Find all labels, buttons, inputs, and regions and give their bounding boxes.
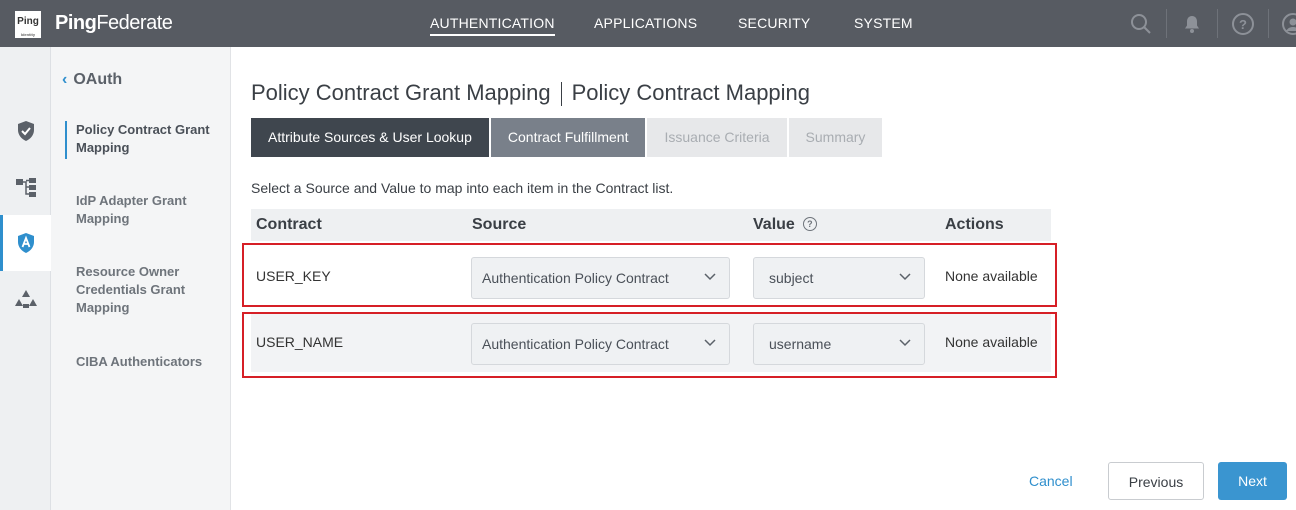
highlight-box	[242, 243, 1057, 307]
nav-authentication[interactable]: AUTHENTICATION	[430, 15, 555, 36]
brand-name: PingFederate	[55, 12, 173, 34]
column-header-actions: Actions	[945, 216, 1004, 233]
tab-issuance-criteria[interactable]: Issuance Criteria	[647, 118, 787, 157]
separator	[1217, 9, 1218, 38]
column-header-contract: Contract	[256, 216, 322, 233]
user-icon[interactable]	[1281, 12, 1296, 36]
tab-summary[interactable]: Summary	[788, 118, 883, 157]
cancel-button[interactable]: Cancel	[1029, 473, 1073, 489]
highlight-box	[242, 312, 1057, 378]
ping-logo[interactable]: Ping Identity	[15, 11, 41, 38]
hierarchy-icon[interactable]	[0, 159, 51, 215]
tab-attribute-sources[interactable]: Attribute Sources & User Lookup	[251, 118, 489, 157]
logo-subtext: Identity	[20, 32, 36, 37]
separator	[1166, 9, 1167, 38]
help-circle-icon[interactable]: ?	[802, 217, 817, 231]
nav-system[interactable]: SYSTEM	[854, 15, 913, 31]
icon-rail	[0, 47, 51, 510]
page-title: Policy Contract Grant Mapping Policy Cont…	[251, 80, 811, 107]
back-link-oauth[interactable]: ‹ OAuth	[62, 71, 122, 89]
nav-applications[interactable]: APPLICATIONS	[594, 15, 697, 31]
section-sidebar: ‹ OAuth Policy Contract Grant Mapping IdP…	[51, 47, 231, 510]
nav-security[interactable]: SECURITY	[738, 15, 810, 31]
integration-icon[interactable]	[0, 271, 51, 327]
separator	[1268, 9, 1269, 38]
logo-text: Ping	[17, 16, 39, 27]
help-icon[interactable]: ?	[1231, 12, 1255, 36]
instructions-text: Select a Source and Value to map into ea…	[251, 180, 674, 196]
chevron-left-icon: ‹	[62, 71, 68, 88]
sidebar-item-idp-adapter-grant-mapping[interactable]: IdP Adapter Grant Mapping	[76, 192, 224, 228]
sidebar-item-ciba-authenticators[interactable]: CIBA Authenticators	[76, 353, 224, 371]
previous-button[interactable]: Previous	[1108, 462, 1204, 500]
oauth-shield-icon[interactable]	[0, 215, 51, 271]
column-header-value: Value?	[753, 216, 817, 234]
top-navigation-bar: Ping Identity PingFederate AUTHENTICATIO…	[0, 0, 1296, 47]
sidebar-item-resource-owner-credentials[interactable]: Resource Owner Credentials Grant Mapping	[76, 263, 224, 317]
table-header: Contract Source Value? Actions	[251, 209, 1051, 241]
search-icon[interactable]	[1129, 12, 1153, 36]
shield-check-icon[interactable]	[0, 103, 51, 159]
svg-text:?: ?	[1239, 17, 1247, 32]
next-button[interactable]: Next	[1218, 462, 1287, 500]
title-divider	[560, 82, 562, 107]
sidebar-item-policy-contract-grant-mapping[interactable]: Policy Contract Grant Mapping	[65, 121, 224, 159]
wizard-tabs: Attribute Sources & User Lookup Contract…	[251, 118, 884, 157]
bell-icon[interactable]	[1180, 12, 1204, 36]
column-header-source: Source	[472, 216, 527, 233]
tab-contract-fulfillment[interactable]: Contract Fulfillment	[490, 118, 646, 157]
